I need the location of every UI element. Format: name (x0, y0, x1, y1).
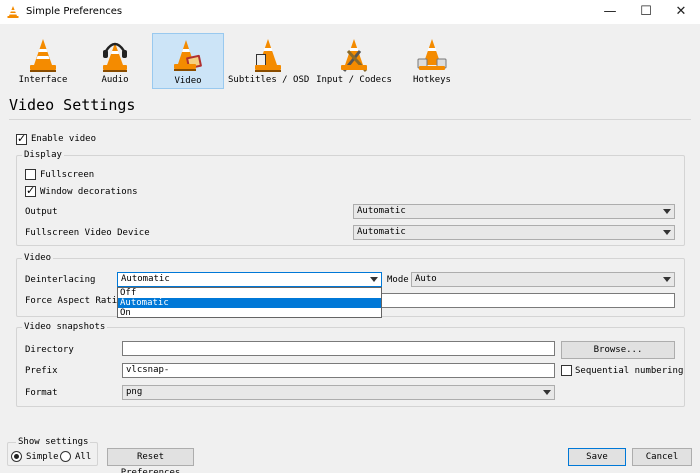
group-label: Show settings (16, 437, 91, 447)
mode-select[interactable]: Auto (411, 272, 675, 287)
tab-video[interactable]: Video (152, 33, 224, 89)
sequential-numbering-label: Sequential numbering (575, 366, 684, 376)
window-decorations-label: Window decorations (40, 187, 138, 197)
browse-button[interactable]: Browse... (561, 341, 675, 359)
tab-label: Video (174, 76, 202, 86)
cone-film-icon (174, 40, 202, 71)
prefix-label: Prefix (25, 366, 58, 376)
reset-preferences-button[interactable]: Reset Preferences (107, 448, 194, 473)
group-label: Video snapshots (22, 322, 108, 332)
divider (9, 119, 691, 120)
chevron-down-icon (663, 277, 671, 282)
dropdown-option-on[interactable]: On (118, 308, 381, 318)
directory-input[interactable] (122, 341, 555, 356)
dropdown-option-off[interactable]: Off (118, 288, 381, 298)
vlc-cone-icon (30, 39, 56, 72)
tab-label: Input / Codecs (316, 75, 392, 85)
fullscreen-label: Fullscreen (40, 170, 95, 180)
chevron-down-icon (370, 277, 378, 282)
deinterlacing-value: Automatic (121, 274, 170, 284)
mode-value: Auto (415, 274, 437, 284)
chevron-down-icon (543, 390, 551, 395)
window-decorations-checkbox[interactable] (25, 184, 36, 197)
mode-label: Mode (387, 275, 409, 285)
output-value: Automatic (357, 206, 406, 216)
page-title: Video Settings (9, 96, 136, 114)
format-select[interactable]: png (122, 385, 555, 400)
all-radio[interactable] (60, 451, 71, 462)
cone-subtitles-icon (255, 39, 281, 72)
cancel-button[interactable]: Cancel (632, 448, 692, 466)
fullscreen-device-value: Automatic (357, 227, 406, 237)
simple-label: Simple (26, 452, 59, 462)
group-label: Video (22, 253, 54, 263)
tab-subtitles-osd[interactable]: Subtitles / OSD (228, 33, 310, 89)
cone-tools-icon (341, 39, 368, 73)
tab-label: Interface (18, 75, 68, 85)
output-select[interactable]: Automatic (353, 204, 675, 219)
close-button[interactable]: ✕ (659, 0, 700, 24)
tab-label: Subtitles / OSD (228, 75, 310, 85)
deinterlacing-label: Deinterlacing (25, 275, 96, 285)
format-value: png (126, 387, 143, 397)
tab-label: Hotkeys (413, 75, 451, 85)
window-title: Simple Preferences (26, 6, 123, 17)
format-label: Format (25, 388, 58, 398)
tab-label: Audio (101, 75, 129, 85)
force-aspect-label: Force Aspect Ratio (25, 296, 123, 306)
enable-video-label: Enable video (31, 134, 97, 144)
sequential-numbering-checkbox[interactable] (561, 365, 572, 376)
cone-keys-icon (417, 39, 447, 70)
tab-audio[interactable]: Audio (79, 33, 151, 89)
directory-label: Directory (25, 345, 74, 355)
simple-radio[interactable] (11, 451, 22, 462)
deinterlacing-dropdown-list: Off Automatic On (117, 287, 382, 318)
save-button[interactable]: Save (568, 448, 626, 466)
output-label: Output (25, 207, 58, 217)
fullscreen-device-label: Fullscreen Video Device (25, 228, 150, 238)
group-label: Display (22, 150, 64, 160)
deinterlacing-select[interactable]: Automatic (117, 272, 382, 287)
dropdown-option-automatic[interactable]: Automatic (118, 298, 381, 308)
tab-interface[interactable]: Interface (7, 33, 79, 89)
chevron-down-icon (663, 230, 671, 235)
tab-hotkeys[interactable]: Hotkeys (396, 33, 468, 89)
cone-headphones-icon (103, 42, 127, 72)
enable-video-checkbox[interactable] (16, 132, 27, 145)
vlc-cone-icon (7, 6, 19, 18)
all-label: All (75, 452, 92, 462)
fullscreen-checkbox[interactable] (25, 169, 36, 180)
fullscreen-device-select[interactable]: Automatic (353, 225, 675, 240)
tab-input-codecs[interactable]: Input / Codecs (316, 33, 392, 89)
chevron-down-icon (663, 209, 671, 214)
prefix-input[interactable]: vlcsnap- (122, 363, 555, 378)
